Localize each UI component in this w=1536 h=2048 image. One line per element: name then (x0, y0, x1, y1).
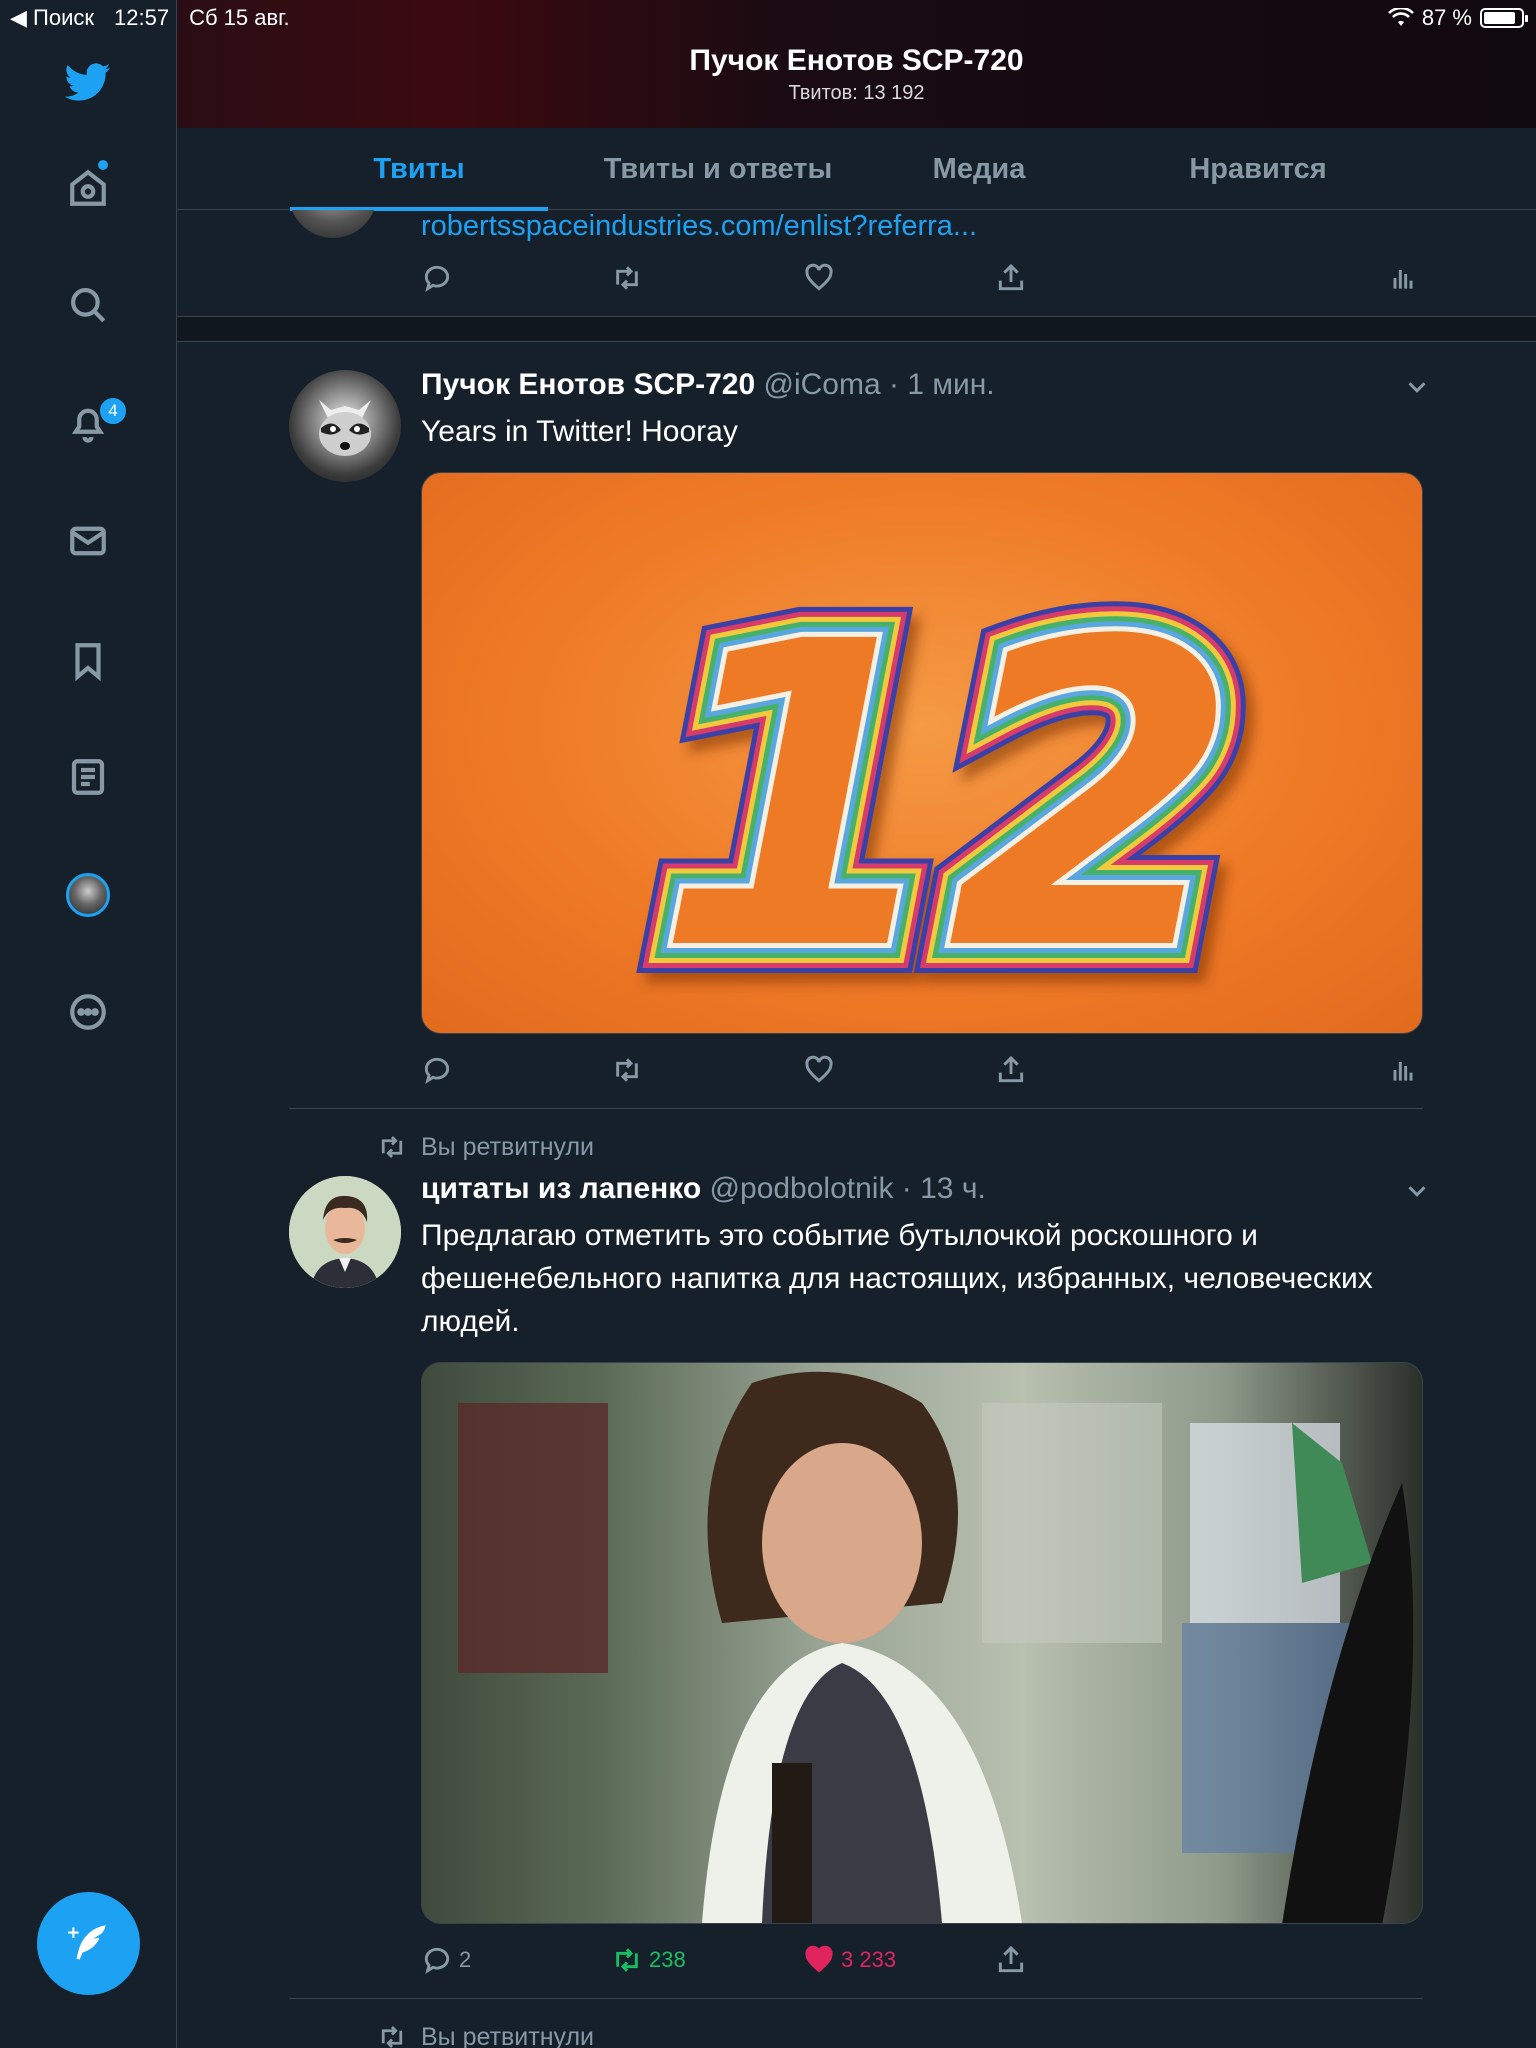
status-bar: ◀ Поиск 12:57 Сб 15 авг. 87 % (0, 0, 1536, 36)
reply-icon (424, 265, 450, 292)
tweet-menu-chevron[interactable] (1402, 372, 1432, 402)
home-icon[interactable] (64, 164, 112, 212)
home-new-dot (98, 160, 108, 170)
previous-tweet-actions (421, 258, 1423, 298)
retweet-icon (381, 2026, 403, 2048)
analytics-button[interactable] (1387, 1050, 1419, 1090)
retweeted-text: Вы ретвитнули (421, 2022, 595, 2048)
tweet-author[interactable]: Пучок Енотов SCP-720 @iComa · 1 мин. (421, 368, 995, 402)
retweet-count: 238 (649, 1947, 686, 1972)
tweet-text: Предлагаю отметить это событие бутылочко… (421, 1219, 1373, 1338)
timeline: robertsspaceindustries.com/enlist?referr… (177, 210, 1536, 2048)
share-button[interactable] (995, 258, 1027, 298)
tweet-link[interactable]: robertsspaceindustries.com/enlist?referr… (421, 210, 977, 243)
tab-tweets-and-replies[interactable]: Твиты и ответы (580, 128, 856, 210)
notifications-badge: 4 (98, 396, 128, 426)
share-icon (998, 1055, 1024, 1083)
analytics-button[interactable] (1387, 258, 1419, 298)
battery-percent: 87 % (1421, 5, 1472, 30)
retweet-button[interactable]: 238 (611, 1940, 686, 1980)
compose-tweet-button[interactable] (37, 1892, 140, 1995)
tweet-avatar[interactable] (289, 370, 401, 482)
heart-icon (805, 1945, 833, 1973)
heart-icon (805, 263, 833, 291)
tweet2-actions: 2 238 3 233 (421, 1940, 1423, 1980)
chevron-down-icon (1408, 1186, 1426, 1197)
like-button[interactable] (803, 258, 835, 298)
tab-tweets[interactable]: Твиты (290, 128, 548, 211)
twelve-layer-core: 12 (655, 554, 1239, 1034)
compose-tweet-icon (67, 1924, 106, 1960)
more-icon[interactable] (64, 988, 112, 1036)
profile-avatar[interactable] (66, 873, 110, 917)
retweeted-label: Вы ретвитнули (377, 2022, 594, 2048)
tab-media[interactable]: Медиа (897, 128, 1061, 210)
lists-icon[interactable] (64, 753, 112, 801)
tweet-text: Years in Twitter! Hooray (421, 415, 738, 448)
section-divider (177, 316, 1536, 342)
retweeted-text: Вы ретвитнули (421, 1132, 595, 1161)
share-icon (998, 1945, 1024, 1973)
retweet-icon (381, 1136, 403, 1158)
sidebar: 4 (0, 0, 177, 2048)
reply-button[interactable] (421, 258, 453, 298)
reply-button[interactable]: 2 (421, 1940, 471, 1980)
like-button[interactable] (803, 1050, 835, 1090)
tweet-divider (289, 1108, 1423, 1109)
heart-icon (805, 1055, 833, 1083)
tweet-avatar[interactable] (289, 1176, 401, 1288)
battery-icon (1480, 8, 1528, 28)
person-avatar-icon (289, 1176, 401, 1288)
author-name[interactable]: Пучок Енотов SCP-720 (421, 368, 755, 401)
tab-likes[interactable]: Нравится (1153, 128, 1363, 210)
retweet-button[interactable] (611, 258, 643, 298)
analytics-icon (1393, 1062, 1413, 1081)
raccoon-avatar-icon (319, 400, 371, 456)
reply-icon (424, 1057, 450, 1084)
messages-mail-icon[interactable] (64, 517, 112, 565)
page-title: Пучок Енотов SCP-720 (689, 44, 1024, 77)
chevron-down-icon (1408, 382, 1426, 393)
retweeted-label: Вы ретвитнули (377, 1132, 594, 1162)
share-icon (998, 263, 1024, 291)
profile-tabs: Твиты Твиты и ответы Медиа Нравится (177, 128, 1536, 211)
tweet-image[interactable] (421, 1362, 1423, 1924)
retweet-button[interactable] (611, 1050, 643, 1090)
tweet-image[interactable]: 12 12 12 12 12 12 12 (421, 472, 1423, 1034)
share-button[interactable] (995, 1050, 1027, 1090)
bookmarks-icon[interactable] (64, 637, 112, 685)
search-icon[interactable] (64, 281, 112, 329)
wifi-icon (1387, 8, 1414, 26)
retweet-icon (616, 1058, 638, 1082)
like-button[interactable]: 3 233 (803, 1940, 896, 1980)
retweet-icon (616, 266, 638, 290)
twelve-image: 12 12 12 12 12 12 12 (625, 524, 1269, 1034)
reply-count: 2 (459, 1947, 472, 1972)
share-button[interactable] (995, 1940, 1027, 1980)
tweet-count: Твитов: 13 192 (788, 82, 925, 104)
previous-tweet-avatar[interactable] (289, 210, 377, 238)
like-count: 3 233 (841, 1947, 897, 1972)
reply-icon (424, 1947, 450, 1974)
twitter-logo-icon[interactable] (64, 58, 112, 106)
author-name[interactable]: цитаты из лапенко (421, 1172, 701, 1205)
author-handle-time: @podbolotnik · 13 ч. (701, 1172, 986, 1205)
tweet-menu-chevron[interactable] (1402, 1176, 1432, 1206)
retweet-icon (616, 1948, 638, 1972)
author-handle-time: @iComa · 1 мин. (755, 368, 995, 401)
tweet-divider (289, 1998, 1423, 1999)
tweet-author[interactable]: цитаты из лапенко @podbolotnik · 13 ч. (421, 1172, 986, 1206)
status-time: 12:57 (114, 5, 170, 30)
analytics-icon (1393, 270, 1413, 289)
reply-button[interactable] (421, 1050, 453, 1090)
movie-still-image (458, 1371, 1414, 1923)
tweet1-actions (421, 1050, 1423, 1090)
back-to-search[interactable]: ◀ Поиск (10, 5, 94, 31)
status-date: Сб 15 авг. (189, 5, 290, 30)
